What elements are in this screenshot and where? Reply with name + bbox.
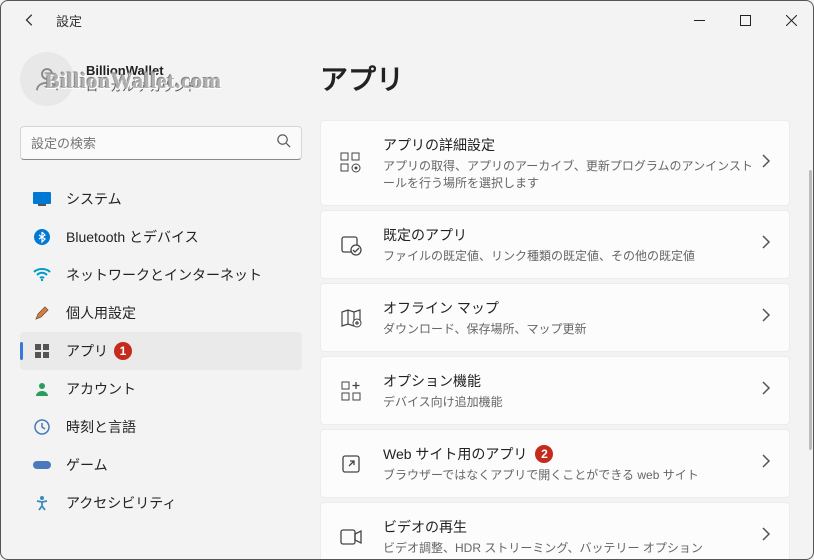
profile-name: BillionWallet — [86, 63, 197, 78]
card-title: Web サイト用のアプリ2 — [383, 444, 761, 464]
window-controls — [676, 0, 814, 40]
nav-label: システム — [66, 189, 122, 209]
card-desc: ブラウザーではなくアプリで開くことができる web サイト — [383, 466, 761, 483]
minimize-button[interactable] — [676, 0, 722, 40]
window-title: 設定 — [56, 11, 82, 30]
maximize-button[interactable] — [722, 0, 768, 40]
sidebar-item-apps[interactable]: アプリ 1 — [20, 332, 302, 370]
card-offline-maps[interactable]: オフライン マップ ダウンロード、保存場所、マップ更新 — [320, 283, 790, 352]
card-title: アプリの詳細設定 — [383, 135, 761, 155]
default-apps-icon — [339, 233, 363, 257]
nav-label: アプリ — [66, 341, 108, 361]
clock-icon — [32, 417, 52, 437]
chevron-right-icon — [761, 235, 771, 254]
person-icon — [32, 379, 52, 399]
badge: 1 — [114, 342, 132, 360]
bluetooth-icon — [32, 227, 52, 247]
card-desc: ビデオ調整、HDR ストリーミング、バッテリー オプション — [383, 539, 761, 556]
close-button[interactable] — [768, 0, 814, 40]
system-icon — [32, 189, 52, 209]
nav-label: アクセシビリティ — [66, 493, 176, 513]
sidebar-item-bluetooth[interactable]: Bluetooth とデバイス — [20, 218, 302, 256]
nav-label: ゲーム — [66, 455, 108, 475]
card-default-apps[interactable]: 既定のアプリ ファイルの既定値、リンク種類の既定値、その他の既定値 — [320, 210, 790, 279]
apps-icon — [32, 341, 52, 361]
card-desc: ダウンロード、保存場所、マップ更新 — [383, 320, 761, 337]
main-content: アプリ アプリの詳細設定 アプリの取得、アプリのアーカイブ、更新プログラムのアン… — [310, 40, 814, 560]
card-advanced-settings[interactable]: アプリの詳細設定 アプリの取得、アプリのアーカイブ、更新プログラムのアンインスト… — [320, 120, 790, 206]
card-title: オフライン マップ — [383, 298, 761, 318]
video-icon — [339, 525, 363, 549]
profile-block[interactable]: BillionWallet ローカル アカウント — [20, 52, 302, 106]
card-title: ビデオの再生 — [383, 517, 761, 537]
sidebar-item-accounts[interactable]: アカウント — [20, 370, 302, 408]
scrollbar[interactable] — [809, 170, 812, 450]
badge: 2 — [535, 445, 553, 463]
nav-label: 個人用設定 — [66, 303, 136, 323]
wifi-icon — [32, 265, 52, 285]
sidebar-item-personalization[interactable]: 個人用設定 — [20, 294, 302, 332]
accessibility-icon — [32, 493, 52, 513]
search-box[interactable] — [20, 126, 302, 160]
card-desc: デバイス向け追加機能 — [383, 393, 761, 410]
nav-label: 時刻と言語 — [66, 417, 136, 437]
grid-plus-icon — [339, 379, 363, 403]
chevron-right-icon — [761, 308, 771, 327]
card-desc: アプリの取得、アプリのアーカイブ、更新プログラムのアンインストールを行う場所を選… — [383, 157, 761, 191]
nav-label: Bluetooth とデバイス — [66, 227, 199, 247]
chevron-right-icon — [761, 454, 771, 473]
titlebar: 設定 — [0, 0, 814, 40]
chevron-right-icon — [761, 381, 771, 400]
chevron-right-icon — [761, 154, 771, 173]
sidebar-item-time[interactable]: 時刻と言語 — [20, 408, 302, 446]
nav-label: アカウント — [66, 379, 136, 399]
sidebar-item-system[interactable]: システム — [20, 180, 302, 218]
grid-gear-icon — [339, 151, 363, 175]
card-web-apps[interactable]: Web サイト用のアプリ2 ブラウザーではなくアプリで開くことができる web … — [320, 429, 790, 498]
card-title: 既定のアプリ — [383, 225, 761, 245]
sidebar: BillionWallet ローカル アカウント システム Bluetooth … — [0, 40, 310, 560]
card-video-playback[interactable]: ビデオの再生 ビデオ調整、HDR ストリーミング、バッテリー オプション — [320, 502, 790, 560]
sidebar-item-network[interactable]: ネットワークとインターネット — [20, 256, 302, 294]
open-icon — [339, 452, 363, 476]
card-optional-features[interactable]: オプション機能 デバイス向け追加機能 — [320, 356, 790, 425]
back-button[interactable] — [20, 10, 40, 30]
map-icon — [339, 306, 363, 330]
page-title: アプリ — [320, 58, 790, 98]
gamepad-icon — [32, 455, 52, 475]
sidebar-item-accessibility[interactable]: アクセシビリティ — [20, 484, 302, 522]
chevron-right-icon — [761, 527, 771, 546]
search-input[interactable] — [31, 136, 276, 151]
brush-icon — [32, 303, 52, 323]
card-title: オプション機能 — [383, 371, 761, 391]
search-icon — [276, 133, 291, 153]
avatar — [20, 52, 74, 106]
card-desc: ファイルの既定値、リンク種類の既定値、その他の既定値 — [383, 247, 761, 264]
nav-label: ネットワークとインターネット — [66, 265, 262, 285]
profile-sub: ローカル アカウント — [86, 78, 197, 95]
sidebar-item-gaming[interactable]: ゲーム — [20, 446, 302, 484]
